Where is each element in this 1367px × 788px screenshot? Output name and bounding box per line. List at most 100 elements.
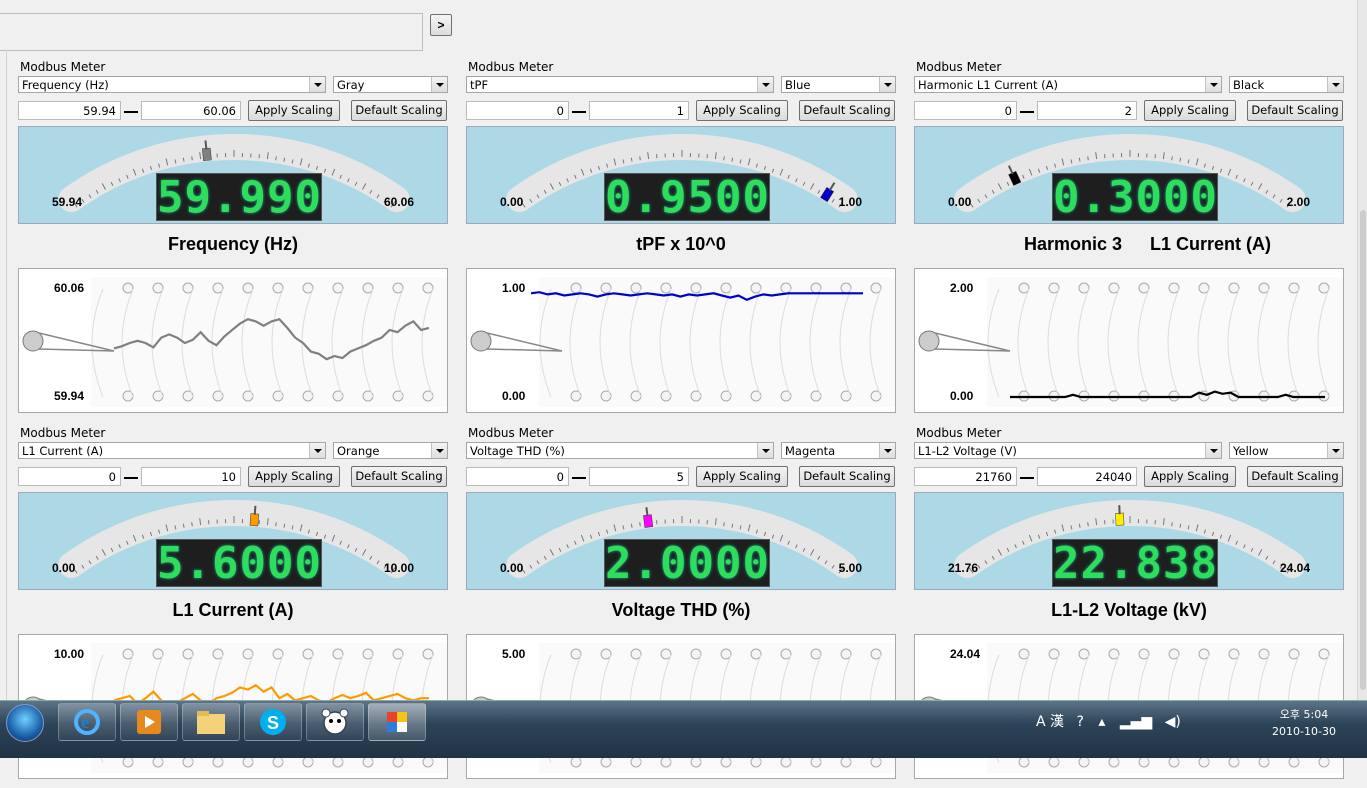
meter-app-icon[interactable] bbox=[368, 703, 426, 741]
color-select[interactable]: Orange bbox=[333, 442, 448, 459]
digital-readout: 5.6000 bbox=[156, 539, 322, 587]
chevron-down-icon[interactable] bbox=[431, 77, 447, 92]
panel-section-label: Modbus Meter bbox=[20, 60, 105, 74]
gauge-tick bbox=[724, 156, 725, 160]
chevron-down-icon[interactable] bbox=[309, 443, 325, 458]
gauge-tick bbox=[276, 522, 277, 526]
gauge-min-label: 0.00 bbox=[52, 561, 75, 575]
network-icon[interactable]: ▂▄▆ bbox=[1120, 714, 1152, 730]
gauge-max-label: 24.04 bbox=[1280, 561, 1310, 575]
source-select[interactable]: Harmonic L1 Current (A) bbox=[914, 76, 1222, 93]
source-select[interactable]: tPF bbox=[466, 76, 774, 93]
apply-scaling-button[interactable]: Apply Scaling bbox=[1144, 466, 1236, 487]
scale-min-input[interactable]: 0 bbox=[914, 101, 1017, 120]
chevron-down-icon[interactable] bbox=[879, 443, 895, 458]
trend-max-label: 1.00 bbox=[502, 281, 525, 295]
gauge-max-label: 5.00 bbox=[839, 561, 862, 575]
scale-max-input[interactable]: 5 bbox=[589, 467, 689, 486]
chevron-down-icon[interactable] bbox=[1327, 77, 1343, 92]
apply-scaling-button[interactable]: Apply Scaling bbox=[696, 466, 788, 487]
apply-scaling-button[interactable]: Apply Scaling bbox=[1144, 100, 1236, 121]
default-scaling-button[interactable]: Default Scaling bbox=[351, 466, 447, 487]
meter-title-text: Frequency (Hz) bbox=[168, 234, 298, 254]
internet-explorer-icon[interactable]: e bbox=[58, 703, 116, 741]
query-input[interactable] bbox=[0, 13, 423, 51]
default-scaling-button[interactable]: Default Scaling bbox=[351, 100, 447, 121]
clock-time: 오후 5:04 bbox=[1264, 706, 1344, 723]
source-select-value: L1-L2 Voltage (V) bbox=[918, 444, 1017, 458]
range-dash bbox=[124, 477, 138, 479]
analog-gauge: 0.00 10.00 5.6000 bbox=[18, 492, 448, 590]
chevron-down-icon[interactable] bbox=[1205, 443, 1221, 458]
chevron-down-icon[interactable] bbox=[1205, 77, 1221, 92]
scale-min-input[interactable]: 59.94 bbox=[18, 101, 121, 120]
apply-scaling-button[interactable]: Apply Scaling bbox=[248, 100, 340, 121]
ime-indicator[interactable]: A 漢 bbox=[1036, 714, 1064, 730]
windows-start-icon[interactable] bbox=[6, 704, 44, 742]
panel-section-label: Modbus Meter bbox=[916, 60, 1001, 74]
trend-min-label: 0.00 bbox=[502, 389, 525, 403]
scrollbar-thumb[interactable] bbox=[1360, 210, 1366, 690]
meter-title-left: Harmonic 3 bbox=[1024, 234, 1122, 255]
default-scaling-button[interactable]: Default Scaling bbox=[1247, 100, 1343, 121]
chevron-down-icon[interactable] bbox=[309, 77, 325, 92]
chevron-down-icon[interactable] bbox=[757, 77, 773, 92]
meter-title-text: Voltage THD (%) bbox=[612, 600, 751, 620]
color-select[interactable]: Gray bbox=[333, 76, 448, 93]
gauge-min-label: 0.00 bbox=[500, 561, 523, 575]
apply-scaling-button[interactable]: Apply Scaling bbox=[696, 100, 788, 121]
gauge-pointer-body bbox=[643, 515, 652, 528]
source-select-value: L1 Current (A) bbox=[22, 444, 103, 458]
default-scaling-button[interactable]: Default Scaling bbox=[1247, 466, 1343, 487]
gauge-min-label: 0.00 bbox=[948, 195, 971, 209]
gauge-tick bbox=[192, 522, 193, 526]
panel-section-label: Modbus Meter bbox=[468, 426, 553, 440]
apply-scaling-button[interactable]: Apply Scaling bbox=[248, 466, 340, 487]
volume-icon[interactable]: ◀) bbox=[1165, 714, 1181, 730]
trend-plot bbox=[915, 269, 1344, 413]
scale-max-input[interactable]: 2 bbox=[1037, 101, 1137, 120]
color-select[interactable]: Yellow bbox=[1229, 442, 1344, 459]
scale-min-input[interactable]: 0 bbox=[466, 101, 569, 120]
source-select-value: Voltage THD (%) bbox=[470, 444, 565, 458]
default-scaling-button[interactable]: Default Scaling bbox=[799, 466, 895, 487]
scale-max-input[interactable]: 24040 bbox=[1037, 467, 1137, 486]
meter-title-text: L1-L2 Voltage (kV) bbox=[1051, 600, 1207, 620]
mascot-app-icon[interactable] bbox=[306, 703, 364, 741]
chevron-down-icon[interactable] bbox=[879, 77, 895, 92]
source-select[interactable]: Voltage THD (%) bbox=[466, 442, 774, 459]
folder-icon[interactable] bbox=[182, 703, 240, 741]
svg-text:S: S bbox=[267, 713, 279, 733]
vertical-scrollbar[interactable] bbox=[1357, 0, 1367, 700]
trend-plot bbox=[467, 269, 896, 413]
panel-section-label: Modbus Meter bbox=[916, 426, 1001, 440]
media-player-icon[interactable] bbox=[120, 703, 178, 741]
scale-min-input[interactable]: 0 bbox=[466, 467, 569, 486]
chevron-down-icon[interactable] bbox=[431, 443, 447, 458]
color-select[interactable]: Magenta bbox=[781, 442, 896, 459]
color-select[interactable]: Black bbox=[1229, 76, 1344, 93]
scale-max-input[interactable]: 60.06 bbox=[141, 101, 241, 120]
color-select[interactable]: Blue bbox=[781, 76, 896, 93]
source-select[interactable]: L1-L2 Voltage (V) bbox=[914, 442, 1222, 459]
gauge-min-label: 0.00 bbox=[500, 195, 523, 209]
scale-max-input[interactable]: 10 bbox=[141, 467, 241, 486]
scale-max-input[interactable]: 1 bbox=[589, 101, 689, 120]
source-select[interactable]: L1 Current (A) bbox=[18, 442, 326, 459]
scale-min-input[interactable]: 21760 bbox=[914, 467, 1017, 486]
help-icon[interactable]: ? bbox=[1076, 714, 1083, 730]
go-button[interactable]: > bbox=[430, 14, 452, 36]
system-tray: A 漢 ? ▴ ▂▄▆ ◀) bbox=[1036, 711, 1181, 731]
chevron-down-icon[interactable] bbox=[1327, 443, 1343, 458]
gauge-tick bbox=[276, 156, 277, 160]
gauge-min-label: 59.94 bbox=[52, 195, 82, 209]
default-scaling-button[interactable]: Default Scaling bbox=[799, 100, 895, 121]
tray-arrow-icon[interactable]: ▴ bbox=[1098, 714, 1105, 730]
panel-section-label: Modbus Meter bbox=[20, 426, 105, 440]
chevron-down-icon[interactable] bbox=[757, 443, 773, 458]
scale-min-input[interactable]: 0 bbox=[18, 467, 121, 486]
trend-plot-area bbox=[539, 277, 895, 407]
clock[interactable]: 오후 5:04 2010-10-30 bbox=[1264, 706, 1344, 740]
source-select[interactable]: Frequency (Hz) bbox=[18, 76, 326, 93]
skype-icon[interactable]: S bbox=[244, 703, 302, 741]
